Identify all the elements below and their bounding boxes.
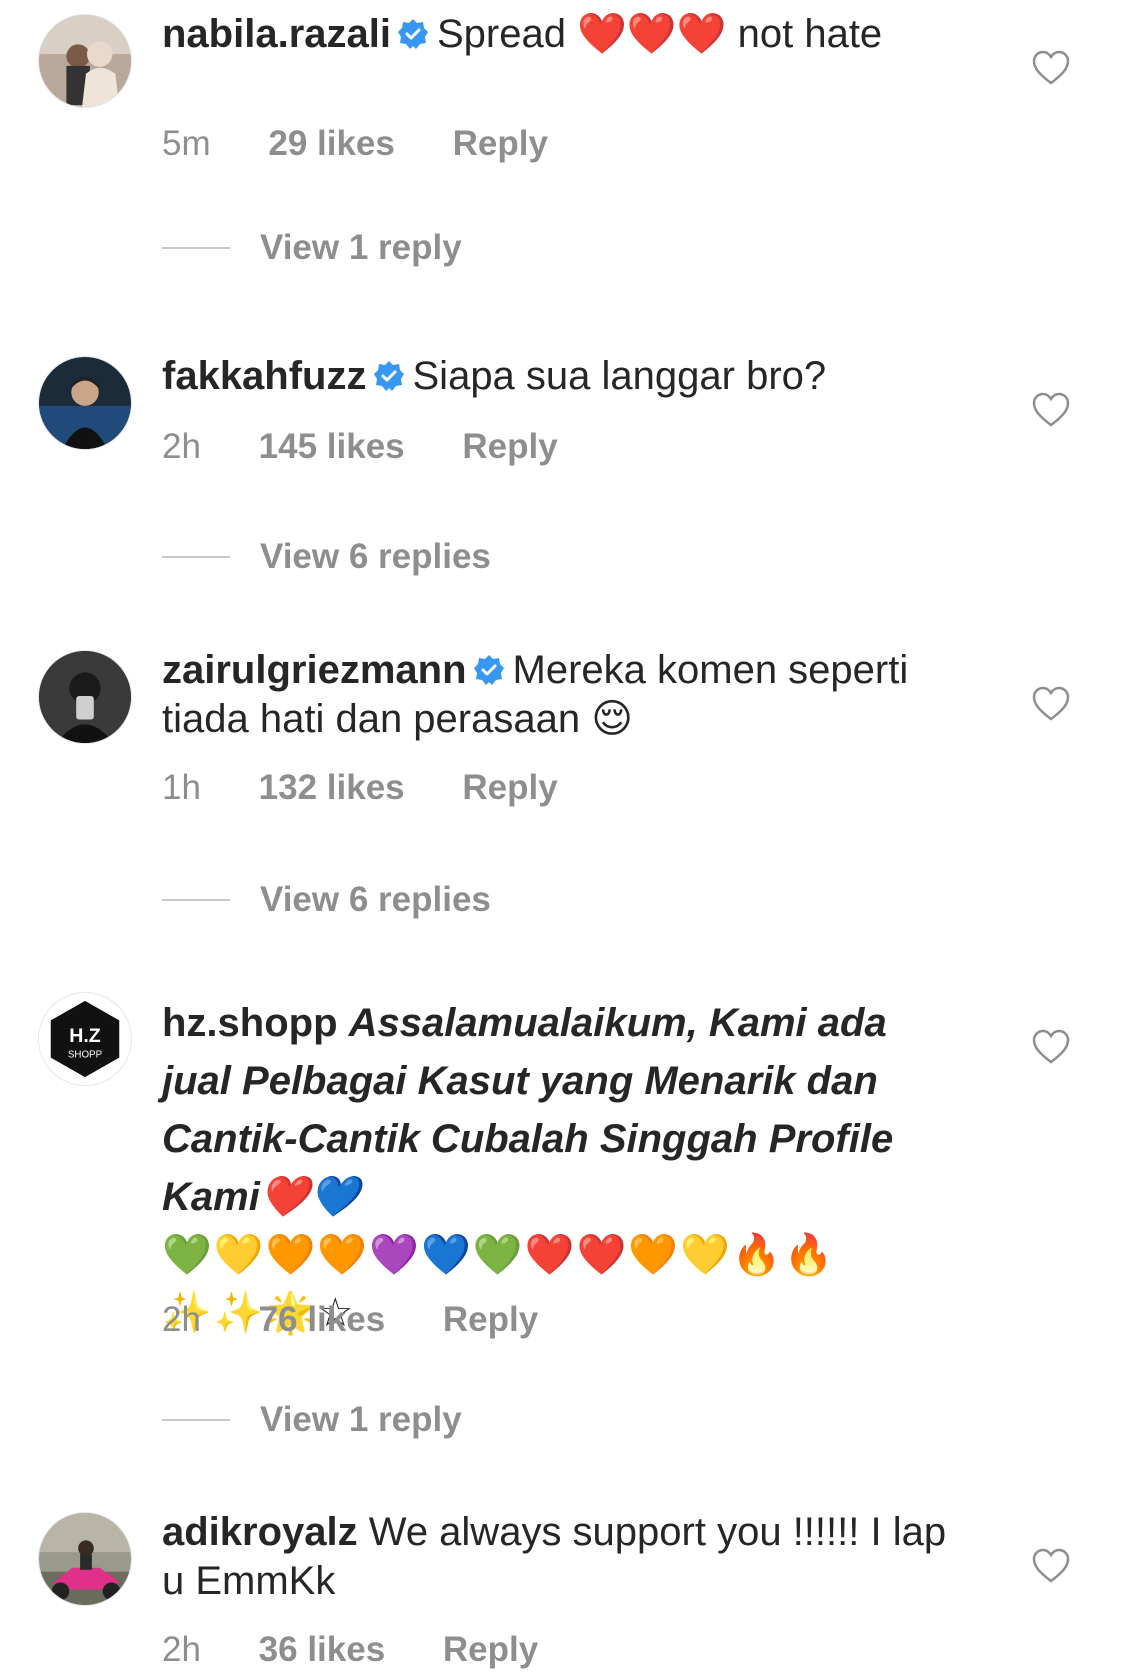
comment-body: hz.shopp Assalamualaikum, Kami ada jual … [162,994,952,1342]
reply-button[interactable]: Reply [462,768,557,807]
divider-line [162,1419,230,1421]
comment-username[interactable]: adikroyalz [162,1510,358,1554]
view-replies-label: View 1 reply [260,228,462,267]
comment-body: adikroyalz We always support you !!!!!! … [162,1508,952,1606]
shop-logo-text-bottom: SHOPP [68,1050,102,1061]
avatar[interactable] [38,356,132,450]
like-heart-icon[interactable] [1031,48,1071,88]
comment-body: nabila.razali Spread ❤️❤️❤️ not hate [162,10,952,59]
comment-text: Spread ❤️❤️❤️ not hate [436,12,883,56]
like-heart-icon[interactable] [1031,1546,1071,1586]
reply-button[interactable]: Reply [443,1630,538,1669]
comment-likes[interactable]: 36 likes [259,1630,386,1669]
divider-line [162,556,230,558]
view-replies-label: View 6 replies [260,880,491,919]
comment-meta: 2h 76 likes Reply [162,1300,586,1340]
comment-emoji-line: 💚💛🧡🧡💜💙💚❤️❤️🧡💛🔥🔥 [162,1233,836,1277]
avatar-photo-icon [39,15,131,107]
like-heart-icon[interactable] [1031,684,1071,724]
comment-meta: 5m 29 likes Reply [162,124,596,164]
comment-meta: 2h 145 likes Reply [162,427,606,467]
divider-line [162,247,230,249]
comment-username[interactable]: zairulgriezmann [162,648,467,692]
avatar[interactable] [38,650,132,744]
divider-line [162,899,230,901]
avatar-photo-icon [39,1513,131,1605]
comment-time: 1h [162,768,201,807]
comment-username[interactable]: hz.shopp [162,1001,338,1045]
comment-text: Siapa sua langgar bro? [412,354,827,398]
comment-likes[interactable]: 29 likes [268,124,395,163]
reply-button[interactable]: Reply [462,427,557,466]
comment-meta: 2h 36 likes Reply [162,1630,586,1670]
view-replies-label: View 1 reply [260,1400,462,1439]
comment-time: 2h [162,1630,201,1669]
avatar[interactable]: H.Z SHOPP [38,992,132,1086]
reply-button[interactable]: Reply [453,124,548,163]
comment-meta: 1h 132 likes Reply [162,768,606,808]
comment-likes[interactable]: 132 likes [259,768,405,807]
view-replies-button[interactable]: View 6 replies [162,880,491,920]
shop-logo-text-top: H.Z [69,1025,101,1047]
avatar-photo-icon [39,357,131,449]
verified-badge-icon [473,654,505,686]
comment-time: 2h [162,1300,201,1339]
reply-button[interactable]: Reply [443,1300,538,1339]
view-replies-button[interactable]: View 1 reply [162,1400,462,1440]
like-heart-icon[interactable] [1031,390,1071,430]
like-heart-icon[interactable] [1031,1027,1071,1067]
comment-username[interactable]: nabila.razali [162,12,391,56]
view-replies-label: View 6 replies [260,537,491,576]
comment-time: 5m [162,124,211,163]
verified-badge-icon [397,18,429,50]
avatar[interactable] [38,14,132,108]
comment-body: zairulgriezmann Mereka komen seperti tiad… [162,646,952,744]
comment-likes[interactable]: 145 likes [259,427,405,466]
comment-body: fakkahfuzz Siapa sua langgar bro? [162,352,952,401]
avatar[interactable] [38,1512,132,1606]
verified-badge-icon [373,360,405,392]
comment-time: 2h [162,427,201,466]
avatar-photo-icon [39,651,131,743]
shop-logo-icon: H.Z SHOPP [39,993,131,1085]
view-replies-button[interactable]: View 6 replies [162,537,491,577]
comment-username[interactable]: fakkahfuzz [162,354,367,398]
view-replies-button[interactable]: View 1 reply [162,228,462,268]
comment-likes[interactable]: 76 likes [259,1300,386,1339]
